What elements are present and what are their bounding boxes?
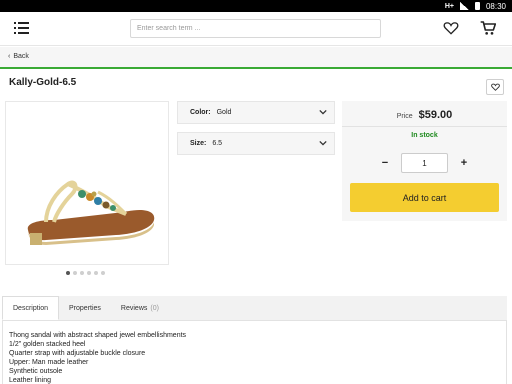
add-to-cart-button[interactable]: Add to cart: [350, 183, 499, 212]
price-row: Price $59.00: [342, 109, 507, 121]
description-line: Quarter strap with adjustable buckle clo…: [9, 350, 146, 357]
color-value: Gold: [216, 109, 232, 116]
size-value: 6.5: [212, 140, 223, 147]
back-label: Back: [13, 53, 29, 60]
app-header: [0, 12, 512, 46]
back-bar: ‹ Back: [0, 47, 512, 69]
pagination-dot[interactable]: [73, 271, 77, 275]
size-label: Size:: [190, 140, 207, 147]
quantity-input[interactable]: [401, 153, 448, 173]
image-pagination: [66, 271, 105, 275]
review-count: (0): [150, 304, 159, 312]
divider: [342, 126, 507, 127]
pagination-dot[interactable]: [101, 271, 105, 275]
price-value: $59.00: [418, 109, 453, 121]
sandal-image: [27, 180, 155, 245]
description-panel: Thong sandal with abstract shaped jewel …: [2, 321, 507, 384]
heart-icon: [490, 83, 500, 91]
status-bar: H+ 08:30: [0, 0, 512, 12]
search-input[interactable]: [130, 19, 381, 38]
battery-icon: [474, 2, 480, 10]
price-label: Price: [396, 113, 413, 120]
color-select[interactable]: Color: Gold: [177, 101, 335, 124]
pagination-dot[interactable]: [87, 271, 91, 275]
product-title: Kally-Gold-6.5: [9, 77, 77, 88]
tab-properties[interactable]: Properties: [59, 296, 111, 320]
network-type: H+: [444, 2, 454, 10]
pagination-dot[interactable]: [66, 271, 70, 275]
description-line: Thong sandal with abstract shaped jewel …: [9, 332, 187, 339]
product-image[interactable]: [5, 101, 169, 265]
pagination-dot[interactable]: [80, 271, 84, 275]
chevron-left-icon: ‹: [8, 53, 11, 60]
product-tabs: Description Properties Reviews (0): [2, 296, 507, 321]
chevron-down-icon: [319, 109, 327, 115]
chevron-down-icon: [319, 140, 327, 146]
description-line: Synthetic outsole: [9, 368, 63, 375]
cart-icon[interactable]: [480, 20, 496, 36]
description-line: Leather lining: [9, 377, 52, 384]
tab-label: Properties: [69, 304, 101, 312]
size-select[interactable]: Size: 6.5: [177, 132, 335, 155]
tab-label: Description: [13, 304, 49, 312]
description-line: Upper: Man made leather: [9, 359, 89, 366]
hamburger-menu-icon[interactable]: [14, 22, 29, 34]
description-line: 1/2" golden stacked heel: [9, 341, 86, 348]
tab-description[interactable]: Description: [2, 296, 60, 320]
clock: 08:30: [485, 1, 506, 11]
back-button[interactable]: ‹ Back: [8, 53, 29, 60]
pagination-dot[interactable]: [94, 271, 98, 275]
stock-status: In stock: [411, 132, 438, 139]
add-to-wishlist-button[interactable]: [486, 79, 504, 95]
purchase-panel: Price $59.00 In stock − + Add to cart: [342, 101, 507, 221]
color-label: Color:: [190, 109, 211, 116]
heart-icon[interactable]: [443, 21, 459, 35]
signal-icon: [459, 2, 469, 10]
tab-reviews[interactable]: Reviews (0): [111, 296, 169, 320]
quantity-increase-button[interactable]: +: [457, 156, 471, 170]
tab-label: Reviews: [120, 304, 148, 312]
quantity-decrease-button[interactable]: −: [378, 156, 392, 170]
